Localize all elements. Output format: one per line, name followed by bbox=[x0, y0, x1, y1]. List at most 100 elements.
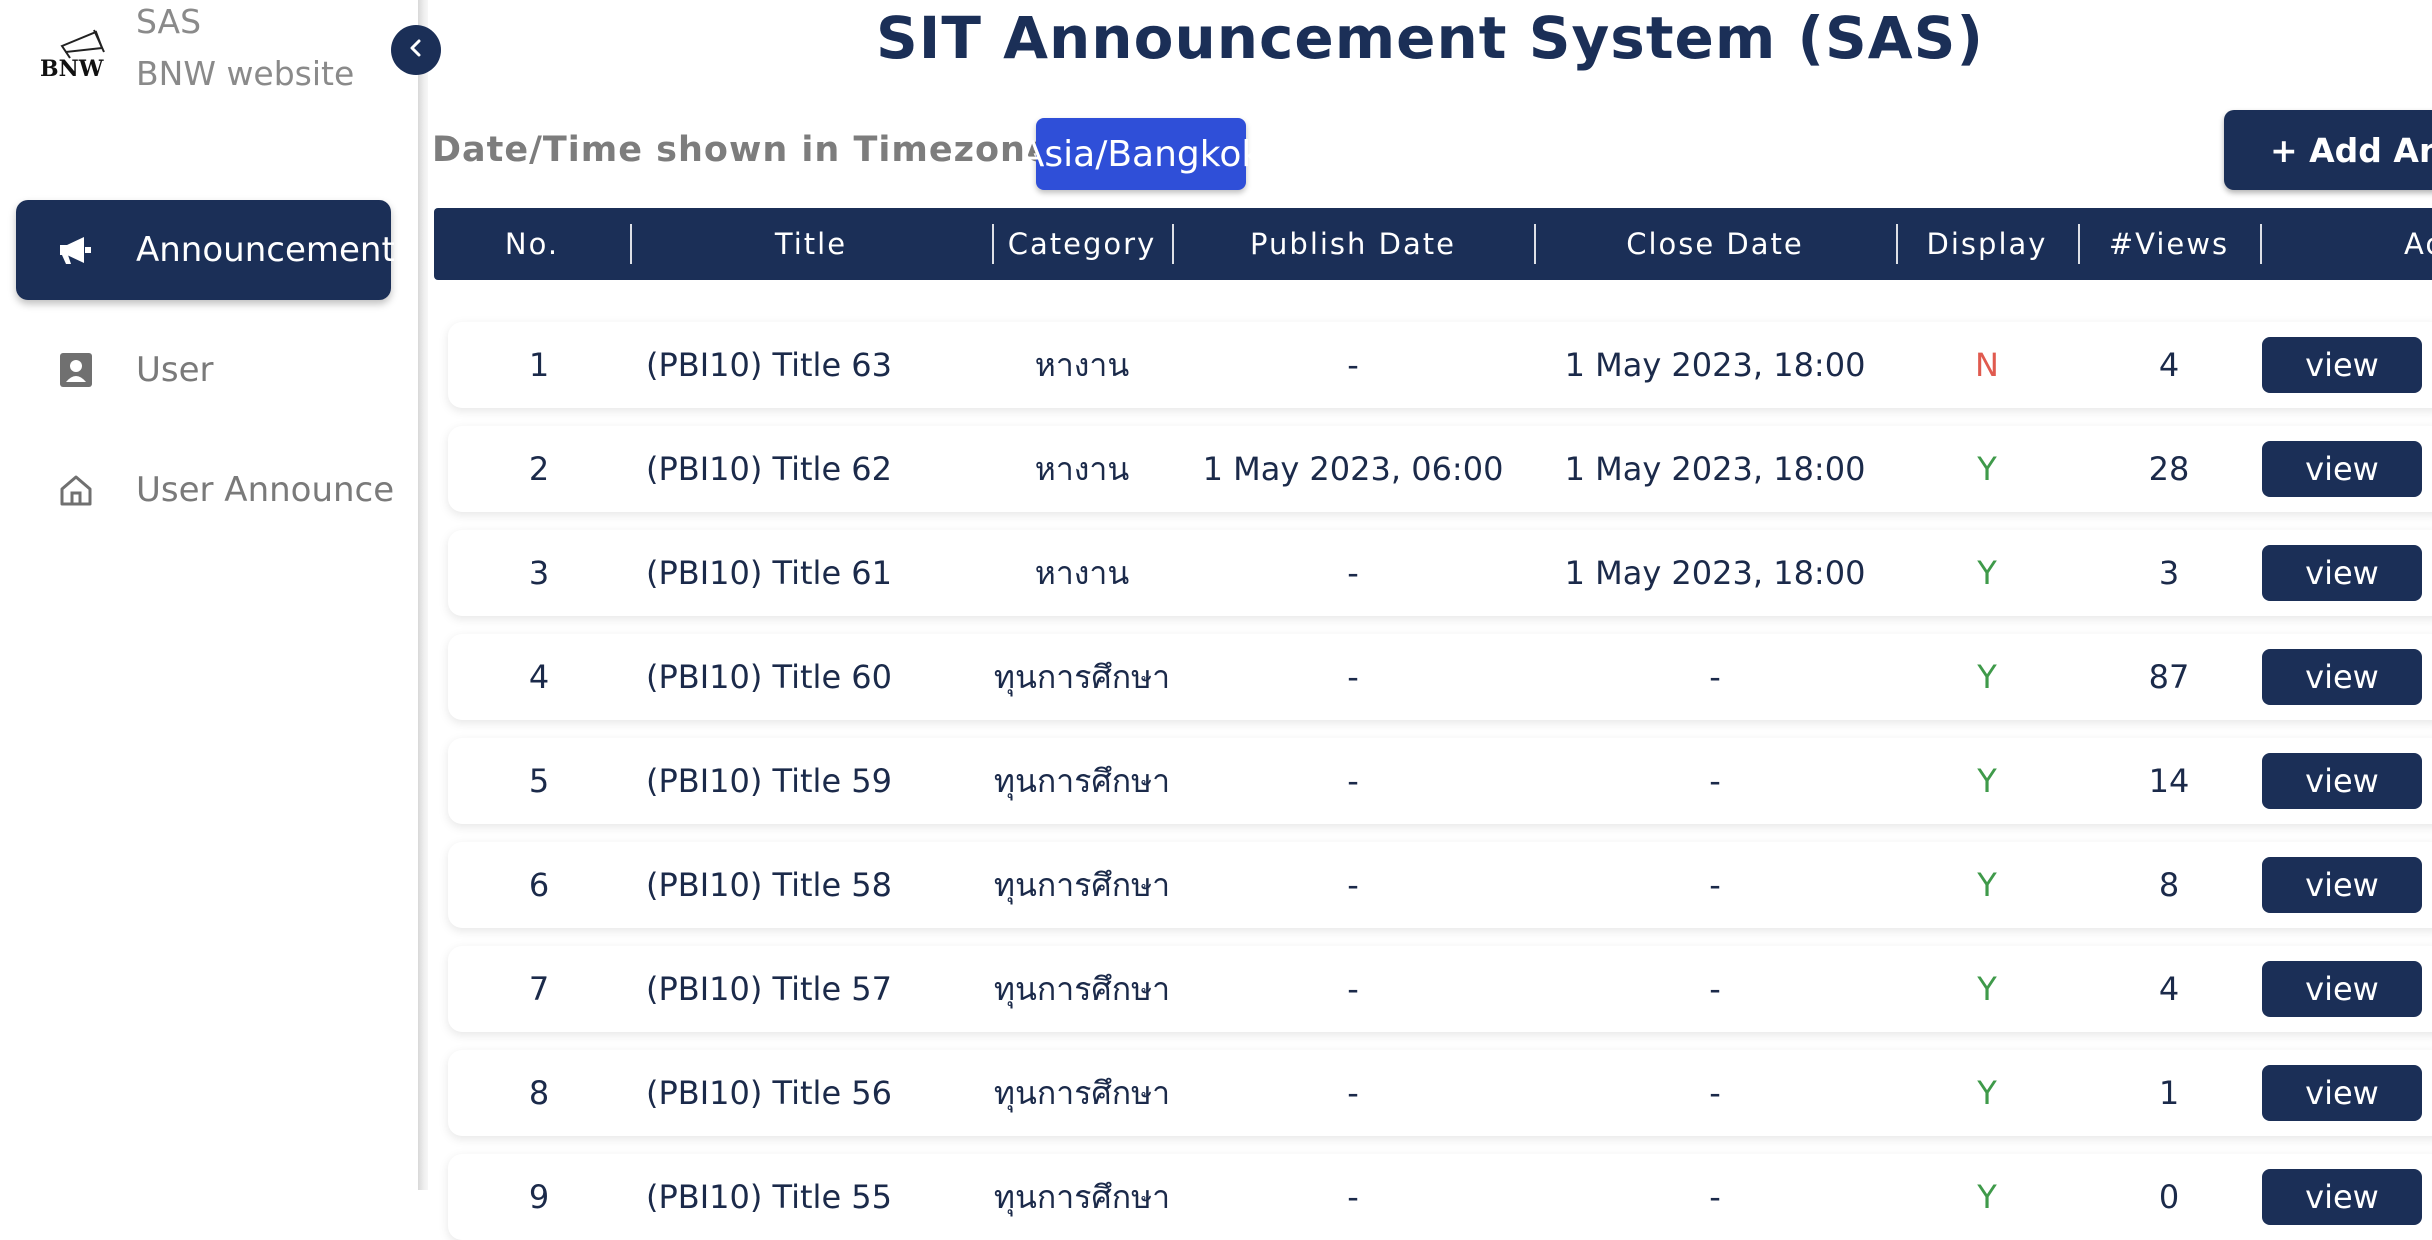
timezone-label: Date/Time shown in Timezone: bbox=[432, 130, 1066, 170]
table-header: No. Title Category Publish Date Close Da… bbox=[434, 208, 2432, 280]
cell-publish-date: 1 May 2023, 06:00 bbox=[1202, 450, 1504, 488]
cell-views: 14 bbox=[2148, 762, 2190, 800]
cell-views: 87 bbox=[2148, 658, 2190, 696]
sidebar-item-label: Announcement bbox=[136, 230, 395, 270]
sidebar-item-user-announce[interactable]: User Announce bbox=[16, 440, 395, 540]
cell-category: หางาน bbox=[1034, 345, 1130, 384]
sidebar-item-announcement[interactable]: Announcement bbox=[16, 200, 395, 300]
view-button[interactable]: view bbox=[2262, 337, 2422, 393]
cell-category: หางาน bbox=[1034, 449, 1130, 488]
add-announcement-button[interactable]: + Add Announcement bbox=[2224, 110, 2432, 190]
cell-close-date: 1 May 2023, 18:00 bbox=[1564, 554, 1866, 592]
cell-title: (PBI10) Title 56 bbox=[646, 1074, 893, 1112]
cell-display: Y bbox=[1977, 1178, 1997, 1216]
cell-close-date: 1 May 2023, 18:00 bbox=[1564, 346, 1866, 384]
cell-category: ทุนการศึกษา bbox=[993, 865, 1171, 904]
cell-no: 9 bbox=[528, 1178, 550, 1216]
bnw-logo: BNW bbox=[36, 12, 120, 82]
collapse-sidebar-button[interactable] bbox=[391, 25, 441, 75]
table-row: 8 (PBI10) Title 56 ทุนการศึกษา - - Y 1 view bbox=[448, 1050, 2432, 1136]
column-header-no: No. bbox=[504, 227, 560, 261]
cell-publish-date: - bbox=[1347, 658, 1359, 696]
table-row: 2 (PBI10) Title 62 หางาน 1 May 2023, 06:00 1… bbox=[448, 426, 2432, 512]
table-row: 6 (PBI10) Title 58 ทุนการศึกษา - - Y 8 view bbox=[448, 842, 2432, 928]
cell-views: 4 bbox=[2158, 346, 2180, 384]
cell-publish-date: - bbox=[1347, 762, 1359, 800]
view-button[interactable]: view bbox=[2262, 857, 2422, 913]
cell-category: ทุนการศึกษา bbox=[993, 1177, 1171, 1216]
cell-close-date: - bbox=[1709, 1074, 1721, 1112]
cell-title: (PBI10) Title 55 bbox=[646, 1178, 893, 1216]
cell-no: 3 bbox=[528, 554, 550, 592]
table-row: 5 (PBI10) Title 59 ทุนการศึกษา - - Y 14 view bbox=[448, 738, 2432, 824]
user-card-icon bbox=[58, 352, 94, 388]
cell-close-date: - bbox=[1709, 866, 1721, 904]
cell-category: ทุนการศึกษา bbox=[993, 1073, 1171, 1112]
cell-no: 8 bbox=[528, 1074, 550, 1112]
cell-title: (PBI10) Title 57 bbox=[646, 970, 893, 1008]
view-button[interactable]: view bbox=[2262, 1065, 2422, 1121]
cell-title: (PBI10) Title 59 bbox=[646, 762, 893, 800]
cell-title: (PBI10) Title 61 bbox=[646, 554, 893, 592]
cell-views: 1 bbox=[2158, 1074, 2180, 1112]
table-row: 1 (PBI10) Title 63 หางาน - 1 May 2023, 18:00… bbox=[448, 322, 2432, 408]
megaphone-icon bbox=[58, 232, 94, 268]
cell-category: หางาน bbox=[1034, 553, 1130, 592]
view-button[interactable]: view bbox=[2262, 545, 2422, 601]
cell-no: 4 bbox=[528, 658, 550, 696]
home-icon bbox=[58, 472, 94, 508]
view-button[interactable]: view bbox=[2262, 1169, 2422, 1225]
cell-views: 28 bbox=[2148, 450, 2190, 488]
sidebar-item-user[interactable]: User bbox=[16, 320, 391, 420]
cell-no: 5 bbox=[528, 762, 550, 800]
cell-close-date: - bbox=[1709, 970, 1721, 1008]
cell-publish-date: - bbox=[1347, 1074, 1359, 1112]
view-button[interactable]: view bbox=[2262, 753, 2422, 809]
sidebar-item-label: User Announce bbox=[136, 470, 395, 510]
column-header-close-date: Close Date bbox=[1626, 227, 1804, 261]
view-button[interactable]: view bbox=[2262, 961, 2422, 1017]
page-title: SIT Announcement System (SAS) bbox=[876, 4, 1984, 72]
cell-display: Y bbox=[1977, 554, 1997, 592]
cell-publish-date: - bbox=[1347, 970, 1359, 1008]
brand-subtitle: BNW website bbox=[136, 54, 355, 93]
cell-category: ทุนการศึกษา bbox=[993, 969, 1171, 1008]
column-header-views: #Views bbox=[2108, 227, 2230, 261]
table-row: 3 (PBI10) Title 61 หางาน - 1 May 2023, 18:00… bbox=[448, 530, 2432, 616]
cell-no: 2 bbox=[528, 450, 550, 488]
cell-title: (PBI10) Title 63 bbox=[646, 346, 893, 384]
cell-views: 4 bbox=[2158, 970, 2180, 1008]
column-header-display: Display bbox=[1926, 227, 2048, 261]
chevron-left-icon bbox=[406, 38, 426, 62]
column-header-title: Title bbox=[774, 227, 848, 261]
cell-views: 0 bbox=[2158, 1178, 2180, 1216]
column-header-category: Category bbox=[1007, 227, 1157, 261]
timezone-badge: Asia/Bangkok bbox=[1020, 118, 1262, 190]
cell-display: Y bbox=[1977, 970, 1997, 1008]
cell-category: ทุนการศึกษา bbox=[993, 657, 1171, 696]
column-header-action: Action bbox=[2404, 227, 2432, 261]
sidebar-item-label: User bbox=[136, 350, 214, 390]
table-row: 9 (PBI10) Title 55 ทุนการศึกษา - - Y 0 view bbox=[448, 1154, 2432, 1240]
cell-views: 3 bbox=[2158, 554, 2180, 592]
cell-category: ทุนการศึกษา bbox=[993, 761, 1171, 800]
sidebar-divider bbox=[418, 0, 428, 1190]
cell-close-date: - bbox=[1709, 762, 1721, 800]
cell-publish-date: - bbox=[1347, 554, 1359, 592]
cell-publish-date: - bbox=[1347, 866, 1359, 904]
cell-display: Y bbox=[1977, 866, 1997, 904]
sidebar: BNW SAS BNW website Announcement User Us… bbox=[0, 0, 418, 1190]
view-button[interactable]: view bbox=[2262, 649, 2422, 705]
cell-display: Y bbox=[1977, 658, 1997, 696]
view-button[interactable]: view bbox=[2262, 441, 2422, 497]
cell-close-date: - bbox=[1709, 658, 1721, 696]
cell-title: (PBI10) Title 60 bbox=[646, 658, 893, 696]
cell-close-date: 1 May 2023, 18:00 bbox=[1564, 450, 1866, 488]
cell-title: (PBI10) Title 62 bbox=[646, 450, 893, 488]
cell-publish-date: - bbox=[1347, 346, 1359, 384]
cell-no: 7 bbox=[528, 970, 550, 1008]
logo-text: BNW bbox=[40, 56, 104, 82]
cell-no: 6 bbox=[528, 866, 550, 904]
cell-close-date: - bbox=[1709, 1178, 1721, 1216]
cell-no: 1 bbox=[528, 346, 550, 384]
